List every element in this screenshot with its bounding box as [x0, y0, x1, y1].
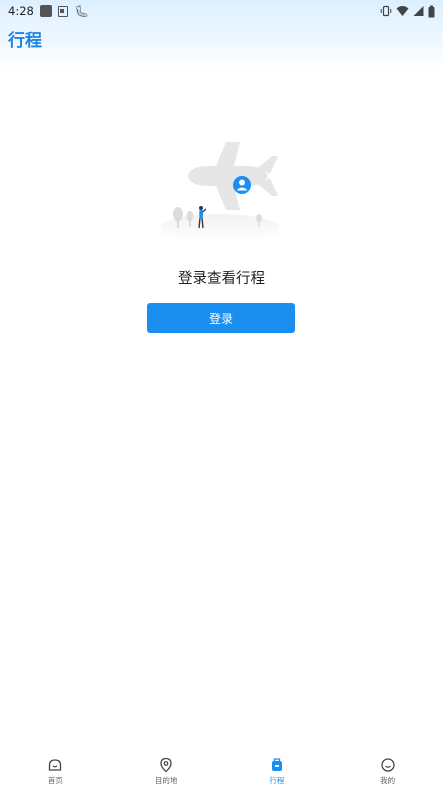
nav-item-trips[interactable]: 行程 — [222, 748, 332, 786]
home-icon — [49, 759, 62, 771]
wifi-icon — [396, 6, 409, 16]
luggage-icon — [271, 758, 282, 771]
nav-item-destination[interactable]: 目的地 — [111, 748, 221, 786]
login-prompt-text: 登录查看行程 — [178, 271, 265, 287]
page-title: 行程 — [8, 31, 42, 51]
nav-label-trips: 行程 — [269, 776, 285, 785]
vibrate-icon — [380, 5, 392, 17]
bug-icon: 🐛︎ — [73, 4, 90, 18]
app-square-icon — [39, 5, 52, 17]
plane-user-illustration — [160, 138, 284, 244]
status-bar: 4:28 🐛︎ — [0, 0, 443, 22]
nav-label-destination: 目的地 — [154, 776, 178, 785]
nav-item-home[interactable]: 首页 — [0, 748, 110, 786]
bottom-navigation: 首页 目的地 行程 我的 — [0, 748, 443, 790]
nav-label-home: 首页 — [47, 776, 63, 785]
login-button[interactable]: 登录 — [147, 303, 295, 333]
location-pin-icon — [160, 757, 172, 773]
smile-face-icon — [380, 758, 395, 772]
nav-item-mine[interactable]: 我的 — [333, 748, 443, 786]
nav-label-mine: 我的 — [380, 776, 396, 785]
battery-icon — [428, 5, 435, 17]
signal-icon — [413, 6, 424, 16]
image-icon — [57, 5, 68, 17]
status-time: 4:28 — [8, 4, 34, 18]
